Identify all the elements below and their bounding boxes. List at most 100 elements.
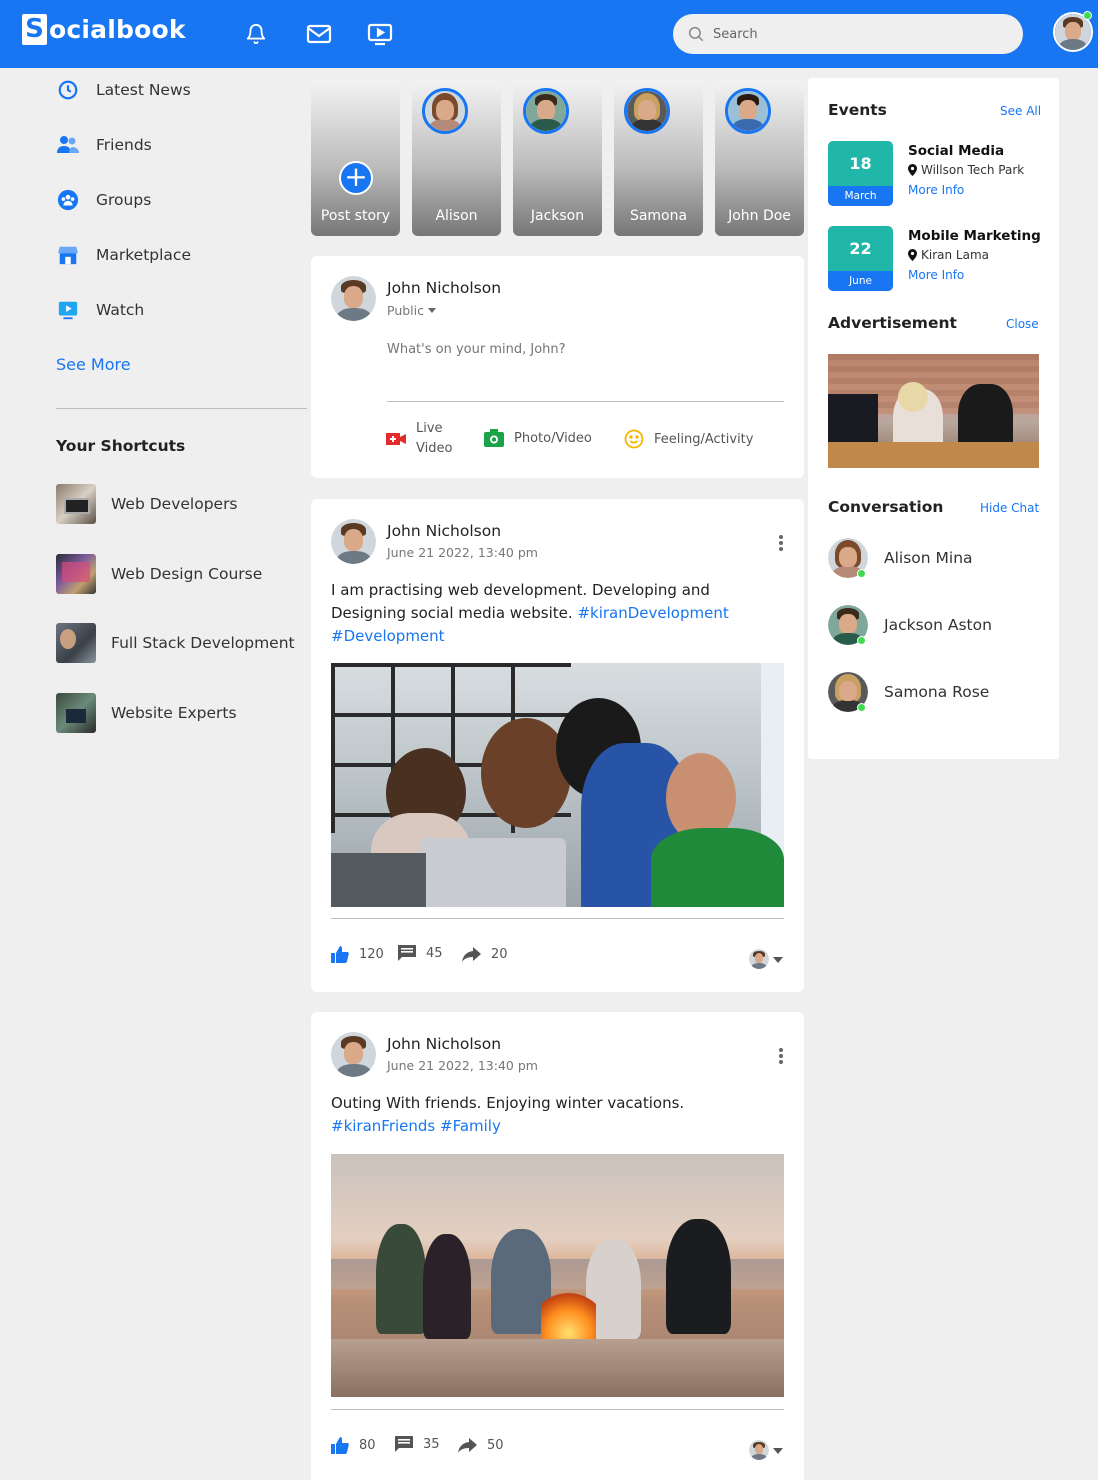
shortcut-web-developers[interactable]: Web Developers [56, 484, 238, 524]
comment-button[interactable]: 45 [398, 945, 443, 962]
avatar [331, 276, 376, 321]
sidebar-item-latest-news[interactable]: Latest News [56, 78, 191, 102]
story-post[interactable]: + Post story [311, 80, 400, 236]
hashtag[interactable]: #kiranDevelopment [577, 604, 728, 622]
event-title: Social Media [908, 143, 1005, 159]
comment-button[interactable]: 35 [395, 1436, 440, 1453]
contact-name: Alison Mina [884, 549, 973, 567]
conversation-title: Conversation [828, 498, 944, 516]
composer-user-name: John Nicholson [387, 279, 502, 297]
sidebar-item-friends[interactable]: Friends [56, 133, 152, 157]
location-pin-icon [908, 164, 917, 176]
like-button[interactable]: 120 [331, 946, 384, 963]
reaction-avatar[interactable] [749, 1440, 769, 1460]
comment-count: 45 [426, 946, 443, 961]
more-info-link[interactable]: More Info [908, 183, 964, 197]
hashtag[interactable]: #kiranFriends [331, 1117, 435, 1135]
close-ad-link[interactable]: Close [1006, 317, 1039, 331]
avatar[interactable] [331, 1032, 376, 1077]
post-image[interactable] [331, 1154, 784, 1397]
see-all-link[interactable]: See All [1000, 104, 1041, 118]
caret-down-icon[interactable] [773, 957, 783, 963]
story-avatar [725, 88, 771, 134]
more-info-link[interactable]: More Info [908, 268, 964, 282]
post-author[interactable]: John Nicholson [387, 522, 501, 540]
reaction-avatar[interactable] [749, 949, 769, 969]
share-button[interactable]: 50 [458, 1438, 504, 1453]
contact-name: Samona Rose [884, 683, 990, 701]
more-options-icon[interactable] [779, 1048, 783, 1066]
post-author[interactable]: John Nicholson [387, 1035, 501, 1053]
shortcut-label: Web Developers [111, 495, 238, 513]
shortcut-website-experts[interactable]: Website Experts [56, 693, 237, 733]
post-text: Outing With friends. Enjoying winter vac… [331, 1094, 685, 1135]
post-image[interactable] [331, 663, 784, 907]
shortcut-web-design-course[interactable]: Web Design Course [56, 554, 262, 594]
post-timestamp: June 21 2022, 13:40 pm [387, 1058, 538, 1073]
video-icon[interactable] [366, 20, 394, 48]
story-label: Jackson [530, 208, 585, 224]
sidebar-item-watch[interactable]: Watch [56, 298, 144, 322]
share-icon [458, 1438, 477, 1453]
share-button[interactable]: 20 [462, 947, 508, 962]
feeling-activity-label: Feeling/Activity [654, 431, 754, 447]
live-video-label: Live Video [416, 421, 453, 456]
live-video-button[interactable]: Live Video [386, 419, 452, 459]
feeling-activity-button[interactable]: Feeling/Activity [624, 429, 753, 449]
watch-icon [56, 298, 80, 322]
sidebar-item-label: Groups [96, 191, 152, 209]
story-john-doe[interactable]: John Doe [715, 80, 804, 236]
right-sidebar: Events See All 18 March Social Media Wil… [808, 78, 1059, 759]
post-divider [331, 918, 784, 919]
thumbs-up-icon [331, 946, 349, 963]
composer-divider [387, 401, 784, 402]
search-icon [688, 26, 704, 42]
composer-input[interactable] [387, 342, 784, 398]
like-button[interactable]: 80 [331, 1437, 376, 1454]
photo-video-button[interactable]: Photo/Video [484, 429, 592, 447]
chat-contact[interactable]: Samona Rose [828, 672, 989, 712]
sidebar-item-marketplace[interactable]: Marketplace [56, 243, 191, 267]
hashtag[interactable]: #Family [440, 1117, 501, 1135]
online-indicator [1083, 11, 1092, 20]
like-count: 120 [359, 947, 384, 962]
sidebar-item-label: Latest News [96, 81, 191, 99]
search-input[interactable] [713, 26, 1003, 42]
hashtag[interactable]: #Development [331, 627, 445, 645]
store-icon [56, 243, 80, 267]
friends-icon [56, 133, 80, 157]
logo-text: ocialbook [49, 15, 186, 44]
hide-chat-link[interactable]: Hide Chat [980, 501, 1039, 515]
socialbook-logo[interactable]: S ocialbook [22, 14, 186, 45]
comment-icon [395, 1436, 413, 1453]
thumbs-up-icon [331, 1437, 349, 1454]
sidebar-item-groups[interactable]: Groups [56, 188, 151, 212]
shortcut-thumbnail [56, 623, 96, 663]
mail-icon[interactable] [305, 20, 333, 48]
groups-icon [56, 188, 80, 212]
avatar[interactable] [331, 519, 376, 564]
camera-icon [484, 429, 504, 447]
search-bar[interactable] [673, 14, 1023, 54]
chat-contact[interactable]: Alison Mina [828, 538, 973, 578]
story-alison[interactable]: Alison [412, 80, 501, 236]
contact-name: Jackson Aston [884, 616, 992, 634]
event-location: Willson Tech Park [908, 163, 1024, 177]
advertisement-image[interactable] [828, 354, 1039, 468]
story-label: John Doe [728, 208, 791, 224]
story-samona[interactable]: Samona [614, 80, 703, 236]
event-day: 22 [828, 226, 893, 271]
event-month: June [828, 271, 893, 291]
chat-contact[interactable]: Jackson Aston [828, 605, 992, 645]
online-indicator [857, 569, 866, 578]
post-composer: John Nicholson Public Live Video Photo/V… [311, 256, 804, 478]
smiley-icon [624, 429, 644, 449]
shortcut-full-stack-development[interactable]: Full Stack Development [56, 623, 295, 663]
privacy-selector[interactable]: Public [387, 303, 436, 318]
events-title: Events [828, 101, 887, 119]
story-jackson[interactable]: Jackson [513, 80, 602, 236]
caret-down-icon[interactable] [773, 1448, 783, 1454]
more-options-icon[interactable] [779, 535, 783, 553]
see-more-link[interactable]: See More [56, 355, 131, 374]
bell-icon[interactable] [242, 20, 270, 48]
